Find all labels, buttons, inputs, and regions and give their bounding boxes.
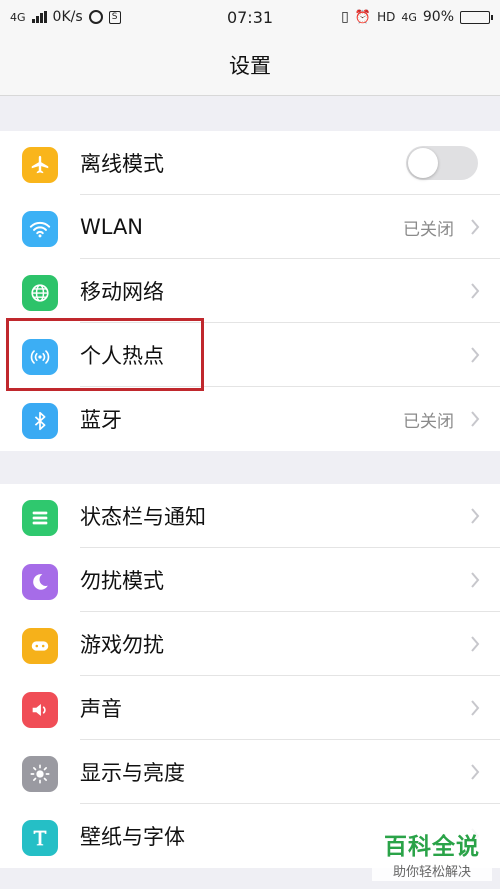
- settings-item-label: 声音: [80, 697, 122, 721]
- highlight-box: [6, 318, 204, 391]
- chevron-right-icon: [471, 411, 480, 427]
- airplane-icon: [22, 147, 58, 183]
- settings-item-label: 离线模式: [80, 152, 164, 176]
- toggle-knob: [408, 148, 438, 178]
- watermark-logo: 百科全说 助你轻松解决: [372, 825, 492, 881]
- network-type-right: 4G: [401, 10, 417, 24]
- settings-item-display[interactable]: 显示与亮度: [0, 740, 500, 804]
- settings-group-connectivity: 离线模式 WLAN 已关闭 移动网络 个人热点 蓝牙 已关闭: [0, 131, 500, 451]
- notification-q-icon: [88, 10, 103, 24]
- moon-icon: [22, 564, 58, 600]
- settings-item-do-not-disturb[interactable]: 勿扰模式: [0, 548, 500, 612]
- hd-label: HD: [377, 10, 396, 24]
- chevron-right-icon: [471, 508, 480, 524]
- chevron-right-icon: [471, 347, 480, 363]
- settings-item-label: 蓝牙: [80, 408, 122, 432]
- chevron-right-icon: [471, 700, 480, 716]
- chevron-right-icon: [471, 219, 480, 235]
- chevron-right-icon: [471, 572, 480, 588]
- settings-item-label: 壁纸与字体: [80, 825, 185, 849]
- brightness-icon: [22, 756, 58, 792]
- settings-item-airplane-mode[interactable]: 离线模式: [0, 131, 500, 195]
- settings-item-label: 状态栏与通知: [80, 505, 206, 529]
- airplane-mode-toggle[interactable]: [406, 146, 478, 180]
- bluetooth-icon: [22, 403, 58, 439]
- notification-s-icon: S: [108, 10, 121, 24]
- network-speed: 0K/s: [52, 9, 83, 25]
- chevron-right-icon: [471, 283, 480, 299]
- battery-percent: 90%: [422, 9, 454, 25]
- statusbar-icon: [22, 500, 58, 536]
- settings-item-status-bar[interactable]: 状态栏与通知: [0, 484, 500, 548]
- settings-item-game-dnd[interactable]: 游戏勿扰: [0, 612, 500, 676]
- settings-item-sound[interactable]: 声音: [0, 676, 500, 740]
- bluetooth-status: 已关闭: [403, 411, 454, 432]
- font-icon: [22, 820, 58, 856]
- settings-item-label: 显示与亮度: [80, 761, 185, 785]
- settings-item-bluetooth[interactable]: 蓝牙 已关闭: [0, 387, 500, 451]
- alarm-icon: ⏰: [354, 9, 372, 25]
- speaker-icon: [22, 692, 58, 728]
- settings-item-label: 勿扰模式: [80, 569, 164, 593]
- settings-item-label: 移动网络: [80, 280, 164, 304]
- chevron-right-icon: [471, 764, 480, 780]
- signal-icon: [31, 11, 47, 23]
- nav-bar: 设置: [0, 34, 500, 96]
- vibrate-icon: ▯: [341, 9, 349, 25]
- settings-item-label: 游戏勿扰: [80, 633, 164, 657]
- gamepad-icon: [22, 628, 58, 664]
- wlan-status: 已关闭: [403, 219, 454, 240]
- settings-item-mobile-network[interactable]: 移动网络: [0, 259, 500, 323]
- status-bar: 4G 0K/s S 07:31 ▯ ⏰ HD 4G 90%: [0, 0, 500, 34]
- chevron-right-icon: [471, 636, 480, 652]
- battery-icon: [460, 10, 493, 24]
- watermark-subtitle: 助你轻松解决: [392, 864, 471, 880]
- page-title: 设置: [229, 53, 271, 78]
- settings-item-wlan[interactable]: WLAN 已关闭: [0, 195, 500, 259]
- wifi-icon: [22, 211, 58, 247]
- globe-icon: [22, 275, 58, 311]
- watermark-title: 百科全说: [384, 833, 480, 860]
- network-type: 4G: [10, 10, 26, 24]
- settings-group-display: 状态栏与通知 勿扰模式 游戏勿扰 声音 显示与亮度 壁纸与字体: [0, 484, 500, 868]
- settings-item-label: WLAN: [80, 215, 144, 239]
